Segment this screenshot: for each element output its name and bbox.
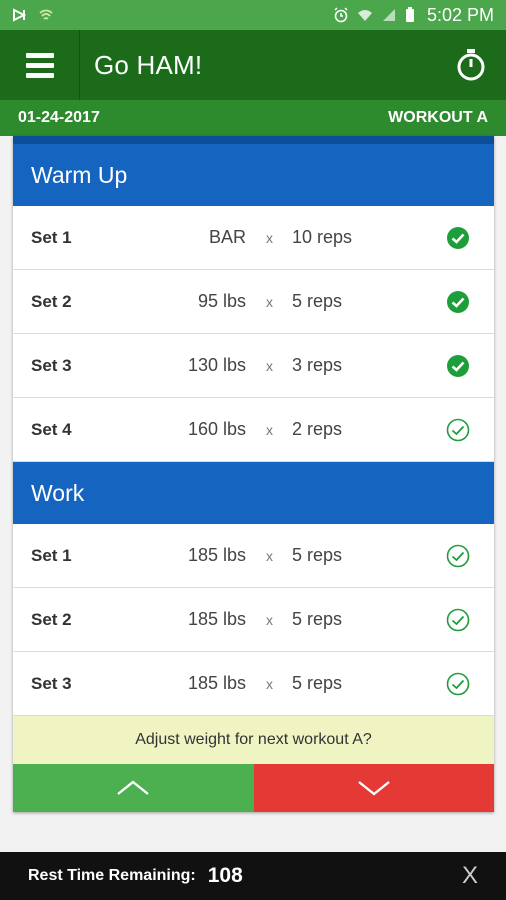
set-row[interactable]: Set 2 185 lbs x 5 reps bbox=[13, 588, 494, 652]
app-title: Go HAM! bbox=[94, 49, 203, 80]
wifi-signal-icon bbox=[357, 10, 372, 21]
status-bar: 5:02 PM bbox=[0, 0, 506, 30]
filled-check-circle-icon[interactable] bbox=[446, 226, 470, 250]
increase-weight-button[interactable] bbox=[13, 764, 254, 812]
set-weight: 130 lbs bbox=[187, 355, 246, 375]
menu-button[interactable] bbox=[0, 30, 80, 100]
outline-check-circle-icon[interactable] bbox=[446, 544, 470, 568]
status-left-icons bbox=[12, 7, 54, 23]
rest-timer-bar: Rest Time Remaining: 108 X bbox=[0, 852, 506, 900]
set-weight: 185 lbs bbox=[187, 609, 246, 629]
set-name: Set 3 bbox=[31, 355, 72, 375]
times-sign: x bbox=[266, 675, 273, 692]
times-sign: x bbox=[266, 293, 273, 310]
decrease-weight-button[interactable] bbox=[253, 764, 494, 812]
chevron-down-icon bbox=[358, 781, 390, 796]
outline-check-circle-icon[interactable] bbox=[446, 608, 470, 632]
set-row[interactable]: Set 3 185 lbs x 5 reps bbox=[13, 652, 494, 716]
set-row[interactable]: Set 1 BAR x 10 reps bbox=[13, 206, 494, 270]
outline-check-circle-icon[interactable] bbox=[446, 672, 470, 696]
set-row[interactable]: Set 3 130 lbs x 3 reps bbox=[13, 334, 494, 398]
set-reps: 5 reps bbox=[292, 291, 343, 311]
set-reps: 10 reps bbox=[292, 227, 353, 247]
alarm-icon bbox=[334, 7, 348, 23]
battery-icon bbox=[405, 7, 414, 22]
times-sign: x bbox=[266, 421, 273, 438]
chevron-up-icon bbox=[117, 780, 149, 795]
filled-check-circle-icon[interactable] bbox=[446, 354, 470, 378]
times-sign: x bbox=[266, 229, 273, 246]
set-row[interactable]: Set 2 95 lbs x 5 reps bbox=[13, 270, 494, 334]
workout-name: WORKOUT A bbox=[388, 109, 488, 126]
set-weight: 185 lbs bbox=[187, 673, 246, 693]
wifi-notification-icon bbox=[39, 9, 53, 20]
set-name: Set 1 bbox=[31, 545, 72, 565]
play-notification-icon bbox=[13, 8, 27, 22]
set-name: Set 1 bbox=[31, 227, 72, 247]
app-bar: Go HAM! bbox=[0, 30, 506, 100]
set-row[interactable]: Set 4 160 lbs x 2 reps bbox=[13, 398, 494, 462]
set-reps: 5 reps bbox=[292, 609, 343, 629]
set-weight: BAR bbox=[208, 227, 246, 247]
section-header-warm-up: Warm Up bbox=[13, 136, 494, 206]
times-sign: x bbox=[266, 547, 273, 564]
workout-date: 01-24-2017 bbox=[18, 109, 100, 126]
set-weight: 95 lbs bbox=[197, 291, 246, 311]
set-reps: 5 reps bbox=[292, 673, 343, 693]
workout-card: Warm Up Set 1 BAR x 10 reps Set 2 95 lbs… bbox=[13, 136, 494, 812]
times-sign: x bbox=[266, 357, 273, 374]
set-row[interactable]: Set 1 185 lbs x 5 reps bbox=[13, 524, 494, 588]
adjust-buttons bbox=[13, 764, 494, 812]
stopwatch-icon bbox=[457, 49, 485, 81]
times-sign: x bbox=[266, 611, 273, 628]
close-rest-timer-button[interactable]: X bbox=[462, 862, 478, 890]
timer-button[interactable] bbox=[436, 30, 506, 100]
set-weight: 160 lbs bbox=[187, 419, 246, 439]
set-reps: 2 reps bbox=[292, 419, 343, 439]
section-header-work: Work bbox=[13, 462, 494, 524]
rest-time-value: 108 bbox=[207, 864, 243, 887]
status-right-icons: 5:02 PM bbox=[333, 5, 494, 26]
adjust-weight-prompt: Adjust weight for next workout A? bbox=[13, 716, 494, 764]
set-weight: 185 lbs bbox=[187, 545, 246, 565]
set-name: Set 3 bbox=[31, 673, 72, 693]
set-name: Set 2 bbox=[31, 291, 72, 311]
filled-check-circle-icon[interactable] bbox=[446, 290, 470, 314]
hamburger-icon bbox=[25, 52, 54, 78]
outline-check-circle-icon[interactable] bbox=[446, 418, 470, 442]
cell-signal-icon bbox=[382, 9, 395, 21]
set-reps: 3 reps bbox=[292, 355, 343, 375]
status-time: 5:02 PM bbox=[426, 4, 494, 25]
sub-bar: 01-24-2017 WORKOUT A bbox=[0, 100, 506, 136]
set-name: Set 4 bbox=[31, 419, 72, 439]
set-reps: 5 reps bbox=[292, 545, 343, 565]
rest-time-label: Rest Time Remaining: bbox=[28, 867, 196, 884]
set-name: Set 2 bbox=[31, 609, 72, 629]
